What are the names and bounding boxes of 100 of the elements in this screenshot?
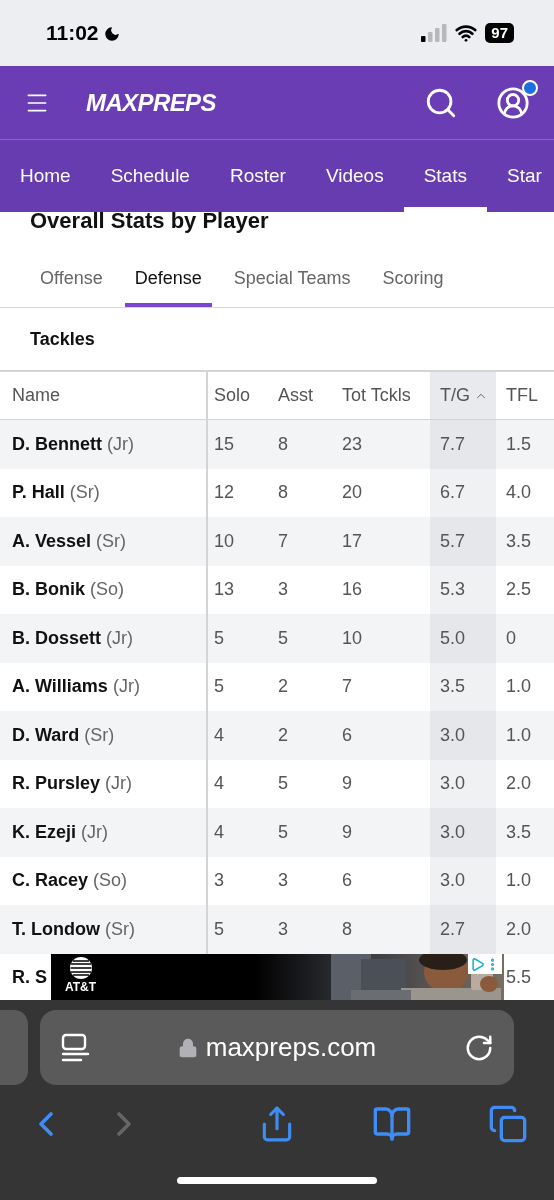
- stat-value: 2.0: [506, 917, 532, 941]
- stat-value: 7: [342, 675, 352, 699]
- player-name[interactable]: A. Vessel (Sr): [12, 527, 127, 555]
- reader-icon[interactable]: [60, 1031, 90, 1064]
- stat-value: 10: [214, 529, 235, 553]
- player-name[interactable]: T. Londow (Sr): [12, 915, 135, 943]
- stat-tab[interactable]: Offense: [30, 250, 113, 307]
- nav-tab[interactable]: Roster: [209, 140, 306, 212]
- stat-value: 6: [342, 869, 352, 893]
- player-name[interactable]: A. Williams (Jr): [12, 673, 140, 701]
- stat-value: 7: [278, 529, 288, 553]
- player-name[interactable]: D. Ward (Sr): [12, 721, 115, 749]
- stat-value: 2.7: [440, 917, 466, 941]
- stat-value: 8: [342, 917, 352, 941]
- player-name[interactable]: D. Bennett (Jr): [12, 430, 134, 458]
- stat-tab[interactable]: Scoring: [372, 250, 454, 307]
- stat-value: 2.5: [506, 578, 532, 602]
- stat-value: 3: [278, 917, 288, 941]
- stat-value: 0: [506, 626, 516, 650]
- player-name[interactable]: B. Dossett (Jr): [12, 624, 133, 652]
- column-header[interactable]: Asst: [268, 372, 330, 419]
- signal-icon: [421, 24, 448, 42]
- stat-value: 12: [214, 481, 235, 505]
- page-title: Overall Stats by Player: [30, 212, 269, 234]
- section-title: Tackles: [30, 327, 95, 351]
- stat-value: 3: [278, 578, 288, 602]
- stat-value: 20: [342, 481, 363, 505]
- stat-value: 7.7: [440, 432, 466, 456]
- stat-value: 6: [342, 723, 352, 747]
- clock-time: 11:02: [46, 20, 99, 47]
- player-name[interactable]: P. Hall (Sr): [12, 479, 100, 507]
- stat-value: 3.5: [440, 675, 466, 699]
- stat-value: 4: [214, 772, 224, 796]
- stat-value: 1.0: [506, 723, 532, 747]
- nav-tab[interactable]: Videos: [305, 140, 404, 212]
- stat-value: 5: [278, 626, 288, 650]
- stat-value: 5.3: [440, 578, 466, 602]
- stat-value: 3.5: [506, 529, 532, 553]
- stat-value: 10: [342, 626, 363, 650]
- column-header[interactable]: T/G: [430, 372, 496, 419]
- column-header[interactable]: TFL: [496, 372, 554, 419]
- ad-brand: AT&T: [65, 980, 97, 994]
- nav-tab[interactable]: Star: [486, 140, 554, 212]
- wifi-icon: [455, 22, 478, 44]
- stat-value: 8: [278, 432, 288, 456]
- stat-value: 17: [342, 529, 363, 553]
- ad-choices-badge[interactable]: [468, 954, 502, 974]
- stat-value: 1.0: [506, 869, 532, 893]
- ad-banner[interactable]: AT&T: [51, 954, 504, 1000]
- stat-value: 3.5: [506, 820, 532, 844]
- battery-level: 97: [485, 23, 514, 43]
- stat-value: 2: [278, 675, 288, 699]
- stat-value: 5.7: [440, 529, 466, 553]
- stat-tab[interactable]: Defense: [124, 250, 212, 307]
- stat-value: 4.0: [506, 481, 532, 505]
- stat-value: 4: [214, 820, 224, 844]
- nav-tab[interactable]: Stats: [403, 140, 487, 212]
- stat-value: 8: [278, 481, 288, 505]
- stat-value: 5.0: [440, 626, 466, 650]
- stat-value: 9: [342, 820, 352, 844]
- stat-value: 1.0: [506, 675, 532, 699]
- stat-value: 15: [214, 432, 235, 456]
- url-text[interactable]: maxpreps.com: [205, 1028, 377, 1067]
- tabs-icon[interactable]: [488, 1104, 528, 1144]
- player-name[interactable]: C. Racey (So): [12, 867, 128, 895]
- stat-value: 5: [214, 917, 224, 941]
- stat-value: 5: [278, 772, 288, 796]
- stat-value: 5.5: [506, 966, 532, 990]
- stat-value: 23: [342, 432, 363, 456]
- stat-value: 1.5: [506, 432, 532, 456]
- stat-value: 16: [342, 578, 363, 602]
- play-icon: [470, 956, 485, 972]
- stat-value: 6.7: [440, 481, 466, 505]
- stat-value: 13: [214, 578, 235, 602]
- logo[interactable]: MAXPREPS: [86, 84, 216, 121]
- address-bar[interactable]: maxpreps.com: [40, 1010, 514, 1085]
- stat-value: 5: [214, 626, 224, 650]
- player-name[interactable]: K. Ezeji (Jr): [12, 818, 109, 846]
- stat-value: 4: [214, 723, 224, 747]
- stat-value: 5: [214, 675, 224, 699]
- player-name[interactable]: R. S: [12, 964, 47, 992]
- nav-tab[interactable]: Schedule: [90, 140, 210, 212]
- stat-value: 3.0: [440, 723, 466, 747]
- nav-tab[interactable]: Home: [0, 140, 91, 212]
- player-name[interactable]: R. Pursley (Jr): [12, 770, 133, 798]
- stat-value: 3.0: [440, 772, 466, 796]
- column-header[interactable]: Solo: [208, 372, 268, 419]
- stat-tab[interactable]: Special Teams: [223, 250, 361, 307]
- stat-value: 3.0: [440, 820, 466, 844]
- stat-value: 3: [278, 869, 288, 893]
- stat-value: 2.0: [506, 772, 532, 796]
- column-header[interactable]: Tot Tckls: [330, 372, 430, 419]
- stat-value: 2: [278, 723, 288, 747]
- stat-value: 3.0: [440, 869, 466, 893]
- stat-value: 3: [214, 869, 224, 893]
- globe-logo-icon: [68, 956, 93, 980]
- stat-value: 5: [278, 820, 288, 844]
- stat-value: 9: [342, 772, 352, 796]
- player-name[interactable]: B. Bonik (So): [12, 576, 125, 604]
- account-icon[interactable]: [496, 85, 530, 120]
